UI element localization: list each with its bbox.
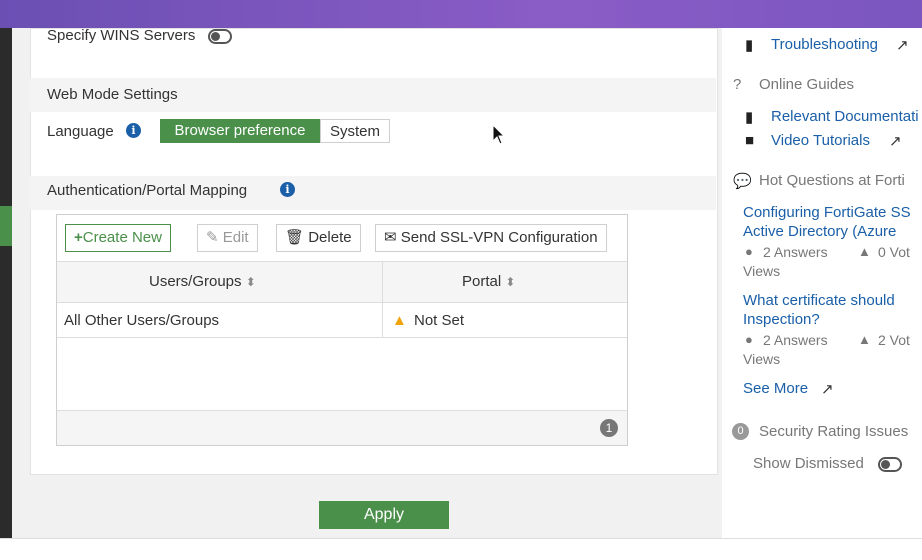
wins-label: Specify WINS Servers bbox=[47, 27, 196, 44]
edit-label: Edit bbox=[222, 229, 249, 246]
create-new-label: Create New bbox=[82, 229, 162, 246]
row-portal-cell: Not Set bbox=[414, 312, 465, 329]
table-footer bbox=[57, 410, 627, 445]
show-dismissed-toggle[interactable] bbox=[878, 457, 902, 472]
question-2-link[interactable]: What certificate should bbox=[743, 292, 895, 309]
column-header-users[interactable]: Users/Groups ⬍ bbox=[149, 273, 256, 290]
nav-active-marker bbox=[0, 206, 12, 246]
question-1-votes: 0 Vot bbox=[878, 244, 910, 260]
envelope-icon: ✉ bbox=[384, 229, 397, 246]
question-circle-icon: ? bbox=[733, 76, 742, 93]
language-label: Language bbox=[47, 123, 114, 140]
left-nav-edge bbox=[0, 28, 12, 559]
web-mode-heading: Web Mode Settings bbox=[47, 86, 178, 103]
security-rating-heading: Security Rating Issues bbox=[759, 423, 909, 440]
answers-icon: ● bbox=[745, 244, 753, 259]
sort-icon: ⬍ bbox=[505, 275, 516, 289]
mapping-info-icon[interactable]: i bbox=[280, 182, 295, 197]
video-tutorials-link[interactable]: Video Tutorials bbox=[771, 132, 870, 149]
show-dismissed-label: Show Dismissed bbox=[753, 455, 864, 472]
book-icon: ▮ bbox=[745, 109, 754, 126]
column-header-users-label: Users/Groups bbox=[149, 273, 242, 290]
trash-icon: 🗑 bbox=[285, 229, 305, 246]
top-banner bbox=[0, 0, 922, 28]
delete-label: Delete bbox=[308, 229, 352, 246]
mapping-heading: Authentication/Portal Mapping bbox=[47, 182, 248, 199]
pencil-icon: ✎ bbox=[206, 229, 219, 246]
question-1-link[interactable]: Configuring FortiGate SS bbox=[743, 204, 911, 221]
delete-button[interactable]: 🗑 Delete bbox=[276, 224, 361, 252]
edit-button[interactable]: ✎ Edit bbox=[197, 224, 258, 252]
column-header-portal[interactable]: Portal ⬍ bbox=[462, 273, 515, 290]
apply-button[interactable]: Apply bbox=[319, 501, 449, 529]
bottom-strip bbox=[0, 538, 922, 560]
mapping-table: +Create New ✎ Edit 🗑 Delete ✉ Send SSL-V… bbox=[56, 214, 628, 446]
column-header-portal-label: Portal bbox=[462, 273, 502, 290]
sort-icon: ⬍ bbox=[245, 275, 256, 289]
see-more-link[interactable]: See More bbox=[743, 380, 808, 397]
wins-toggle[interactable] bbox=[208, 29, 232, 44]
plus-icon: + bbox=[74, 229, 83, 246]
row-users-cell: All Other Users/Groups bbox=[64, 312, 220, 329]
thumbs-up-icon: ▲ bbox=[858, 244, 871, 259]
relevant-docs-link[interactable]: Relevant Documentati bbox=[771, 108, 919, 125]
language-option-browser[interactable]: Browser preference bbox=[160, 119, 320, 143]
question-1-views: Views bbox=[743, 263, 781, 279]
thumbs-up-icon: ▲ bbox=[858, 332, 871, 347]
question-1-answers: 2 Answers bbox=[763, 244, 828, 260]
online-guides-heading: Online Guides bbox=[759, 76, 855, 93]
answers-icon: ● bbox=[745, 332, 753, 347]
video-camera-icon: ■ bbox=[745, 132, 755, 149]
question-2-answers: 2 Answers bbox=[763, 332, 828, 348]
question-1-link-line2[interactable]: Active Directory (Azure bbox=[743, 223, 896, 240]
book-icon: ▮ bbox=[745, 37, 754, 54]
troubleshooting-link[interactable]: Troubleshooting bbox=[771, 36, 878, 53]
language-option-system[interactable]: System bbox=[320, 119, 390, 143]
row-count-badge: 1 bbox=[600, 419, 618, 437]
question-2-votes: 2 Vot bbox=[878, 332, 910, 348]
send-config-label: Send SSL-VPN Configuration bbox=[400, 229, 598, 246]
external-link-icon: ↗ bbox=[821, 381, 834, 398]
mouse-cursor-icon bbox=[492, 124, 506, 145]
warning-icon: ▲ bbox=[392, 312, 407, 329]
hot-questions-heading: Hot Questions at Forti bbox=[759, 172, 905, 189]
external-link-icon: ↗ bbox=[896, 37, 909, 54]
table-header bbox=[57, 261, 627, 303]
comments-icon: 💬 bbox=[733, 173, 752, 190]
question-2-views: Views bbox=[743, 351, 781, 367]
language-info-icon[interactable]: i bbox=[126, 123, 141, 138]
send-config-button[interactable]: ✉ Send SSL-VPN Configuration bbox=[375, 224, 607, 252]
create-new-button[interactable]: +Create New bbox=[65, 224, 171, 252]
security-count-badge: 0 bbox=[732, 423, 749, 440]
question-2-link-line2[interactable]: Inspection? bbox=[743, 311, 820, 328]
external-link-icon: ↗ bbox=[889, 133, 902, 150]
